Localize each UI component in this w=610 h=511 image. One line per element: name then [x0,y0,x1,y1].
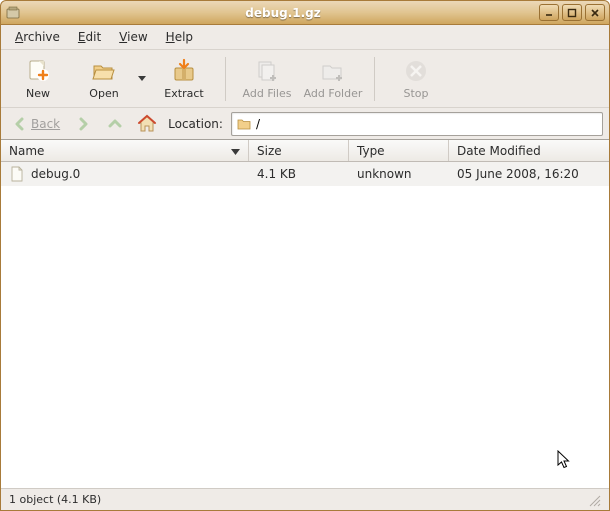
col-date-label: Date Modified [457,144,541,158]
extract-label: Extract [164,87,203,100]
window-title: debug.1.gz [27,6,539,20]
menu-edit-rest: dit [86,30,102,44]
file-row[interactable]: debug.0 4.1 KB unknown 05 June 2008, 16:… [1,162,609,186]
menu-help-rest: elp [175,30,193,44]
col-header-size[interactable]: Size [249,140,349,161]
window-controls [539,4,605,21]
window-frame: Archive Edit View Help New Open [0,25,610,511]
open-button-wrap: Open [73,53,149,105]
location-bar: Back Location: [1,108,609,140]
back-icon [11,115,29,133]
menu-archive[interactable]: Archive [7,28,68,46]
add-files-icon [253,57,281,85]
open-icon [90,57,118,85]
home-icon [136,113,158,135]
back-button: Back [7,113,64,135]
add-files-button: Add Files [236,53,298,105]
up-button [102,111,128,137]
location-label: Location: [168,117,223,131]
extract-icon [170,57,198,85]
file-type: unknown [349,167,449,181]
add-folder-icon [319,57,347,85]
add-files-label: Add Files [243,87,292,100]
open-button[interactable]: Open [73,53,135,105]
titlebar: debug.1.gz [0,0,610,25]
menubar: Archive Edit View Help [1,25,609,50]
add-folder-button: Add Folder [302,53,364,105]
home-button[interactable] [134,111,160,137]
file-list[interactable]: debug.0 4.1 KB unknown 05 June 2008, 16:… [1,162,609,488]
forward-button [70,111,96,137]
app-icon [5,5,21,21]
col-header-date[interactable]: Date Modified [449,140,609,161]
new-icon [24,57,52,85]
file-name: debug.0 [31,167,80,181]
new-label: New [26,87,50,100]
open-label: Open [89,87,118,100]
toolbar-separator-2 [374,57,375,101]
location-input[interactable] [256,117,598,131]
folder-icon [236,116,252,132]
cursor-icon [557,450,573,470]
stop-icon [402,57,430,85]
col-header-type[interactable]: Type [349,140,449,161]
location-input-wrap[interactable] [231,112,603,136]
toolbar: New Open Extract Add Files [1,50,609,108]
col-type-label: Type [357,144,385,158]
forward-icon [74,115,92,133]
file-icon [9,166,25,182]
menu-edit[interactable]: Edit [70,28,109,46]
stop-button: Stop [385,53,447,105]
back-label: Back [31,117,60,131]
minimize-button[interactable] [539,4,559,21]
col-name-label: Name [9,144,44,158]
file-date: 05 June 2008, 16:20 [449,167,609,181]
sort-arrow-icon [231,144,240,158]
up-icon [106,115,124,133]
file-size: 4.1 KB [249,167,349,181]
new-button[interactable]: New [7,53,69,105]
extract-button[interactable]: Extract [153,53,215,105]
resize-grip-icon[interactable] [587,493,601,507]
menu-archive-rest: rchive [23,30,60,44]
status-bar: 1 object (4.1 KB) [1,488,609,510]
maximize-button[interactable] [562,4,582,21]
add-folder-label: Add Folder [304,87,363,100]
menu-view-rest: iew [127,30,148,44]
menu-help[interactable]: Help [158,28,201,46]
open-dropdown[interactable] [135,53,149,105]
toolbar-separator [225,57,226,101]
col-size-label: Size [257,144,282,158]
stop-label: Stop [403,87,428,100]
status-text: 1 object (4.1 KB) [9,493,101,506]
menu-view[interactable]: View [111,28,155,46]
close-button[interactable] [585,4,605,21]
column-headers: Name Size Type Date Modified [1,140,609,162]
col-header-name[interactable]: Name [1,140,249,161]
